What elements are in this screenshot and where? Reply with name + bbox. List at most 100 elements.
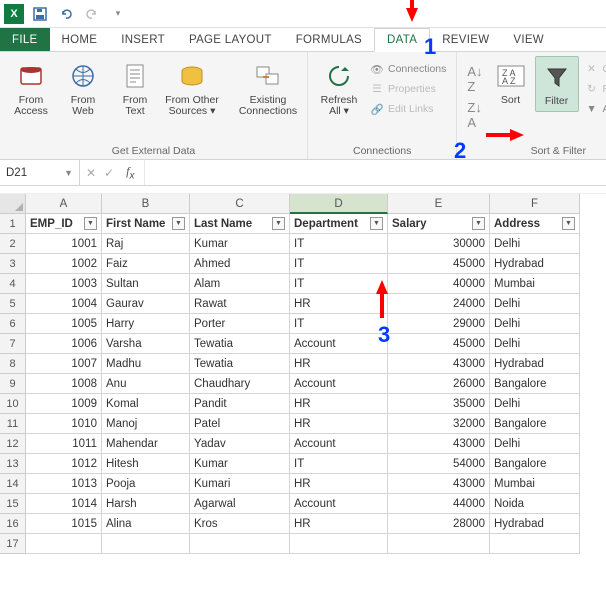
cell[interactable]: Tewatia	[190, 334, 290, 354]
cell[interactable]: 1011	[26, 434, 102, 454]
cell[interactable]: HR	[290, 514, 388, 534]
cell[interactable]: Patel	[190, 414, 290, 434]
cell[interactable]: Kumar	[190, 454, 290, 474]
cell[interactable]: HR	[290, 414, 388, 434]
cell[interactable]: Yadav	[190, 434, 290, 454]
cell[interactable]: Bangalore	[490, 414, 580, 434]
cell-empty[interactable]	[26, 534, 102, 554]
cell[interactable]: Hitesh	[102, 454, 190, 474]
header-cell-last-name[interactable]: Last Name▼	[190, 214, 290, 234]
cell[interactable]: Bangalore	[490, 454, 580, 474]
filter-dropdown-icon[interactable]: ▼	[370, 217, 383, 230]
cell[interactable]: 32000	[388, 414, 490, 434]
cell[interactable]: 1013	[26, 474, 102, 494]
from-web-button[interactable]: From Web	[58, 56, 108, 121]
cell[interactable]: 1006	[26, 334, 102, 354]
cell[interactable]: 45000	[388, 334, 490, 354]
cell[interactable]: 1005	[26, 314, 102, 334]
cell[interactable]: Hydrabad	[490, 354, 580, 374]
qat-customize-icon[interactable]: ▾	[108, 4, 128, 24]
cell[interactable]: Madhu	[102, 354, 190, 374]
col-header-A[interactable]: A	[26, 194, 102, 214]
row-header-14[interactable]: 14	[0, 474, 26, 494]
header-cell-department[interactable]: Department▼	[290, 214, 388, 234]
cell[interactable]: Kumar	[190, 234, 290, 254]
cell[interactable]: Gaurav	[102, 294, 190, 314]
cell[interactable]: HR	[290, 474, 388, 494]
cell[interactable]: 1004	[26, 294, 102, 314]
cell[interactable]: Rawat	[190, 294, 290, 314]
cell[interactable]: Raj	[102, 234, 190, 254]
cell[interactable]: IT	[290, 314, 388, 334]
cell[interactable]: 45000	[388, 254, 490, 274]
filter-dropdown-icon[interactable]: ▼	[172, 217, 185, 230]
cell[interactable]: 30000	[388, 234, 490, 254]
filter-dropdown-icon[interactable]: ▼	[472, 217, 485, 230]
cell[interactable]: Komal	[102, 394, 190, 414]
tab-home[interactable]: HOME	[50, 28, 110, 51]
cell-empty[interactable]	[290, 534, 388, 554]
cell[interactable]: IT	[290, 454, 388, 474]
cell[interactable]: 28000	[388, 514, 490, 534]
row-header-13[interactable]: 13	[0, 454, 26, 474]
cell-empty[interactable]	[388, 534, 490, 554]
cell[interactable]: 1012	[26, 454, 102, 474]
cell[interactable]: Anu	[102, 374, 190, 394]
cell[interactable]: Chaudhary	[190, 374, 290, 394]
formula-input[interactable]	[145, 160, 606, 185]
cell[interactable]: Manoj	[102, 414, 190, 434]
undo-icon[interactable]	[56, 4, 76, 24]
cell[interactable]: 1001	[26, 234, 102, 254]
row-header-15[interactable]: 15	[0, 494, 26, 514]
save-icon[interactable]	[30, 4, 50, 24]
header-cell-address[interactable]: Address▼	[490, 214, 580, 234]
cell[interactable]: Delhi	[490, 434, 580, 454]
filter-dropdown-icon[interactable]: ▼	[84, 217, 97, 230]
header-cell-emp_id[interactable]: EMP_ID▼	[26, 214, 102, 234]
cell[interactable]: 35000	[388, 394, 490, 414]
row-header-2[interactable]: 2	[0, 234, 26, 254]
cell[interactable]: 1008	[26, 374, 102, 394]
cell[interactable]: Alam	[190, 274, 290, 294]
advanced-filter-button[interactable]: ▼Advanced	[581, 100, 606, 118]
connections-button[interactable]: 👁Connections	[366, 60, 450, 78]
cell[interactable]: 43000	[388, 354, 490, 374]
row-header-5[interactable]: 5	[0, 294, 26, 314]
cell[interactable]: 43000	[388, 434, 490, 454]
cell[interactable]: Account	[290, 334, 388, 354]
cell-empty[interactable]	[102, 534, 190, 554]
cell[interactable]: Ahmed	[190, 254, 290, 274]
col-header-C[interactable]: C	[190, 194, 290, 214]
row-header-9[interactable]: 9	[0, 374, 26, 394]
row-header-6[interactable]: 6	[0, 314, 26, 334]
fx-icon[interactable]: fx	[122, 164, 138, 181]
tab-view[interactable]: VIEW	[501, 28, 556, 51]
cell[interactable]: Kros	[190, 514, 290, 534]
col-header-F[interactable]: F	[490, 194, 580, 214]
sort-asc-button[interactable]: A↓Z	[463, 62, 486, 96]
row-header-10[interactable]: 10	[0, 394, 26, 414]
cell[interactable]: Pandit	[190, 394, 290, 414]
col-header-E[interactable]: E	[388, 194, 490, 214]
cell[interactable]: Delhi	[490, 394, 580, 414]
cell[interactable]: Porter	[190, 314, 290, 334]
cell[interactable]: 1003	[26, 274, 102, 294]
cell[interactable]: IT	[290, 274, 388, 294]
cell[interactable]: Delhi	[490, 314, 580, 334]
cell[interactable]: Account	[290, 434, 388, 454]
cell[interactable]: Pooja	[102, 474, 190, 494]
from-text-button[interactable]: From Text	[110, 56, 160, 121]
row-header-16[interactable]: 16	[0, 514, 26, 534]
cell[interactable]: 1015	[26, 514, 102, 534]
col-header-B[interactable]: B	[102, 194, 190, 214]
cell[interactable]: Harsh	[102, 494, 190, 514]
cell[interactable]: Kumari	[190, 474, 290, 494]
row-header-12[interactable]: 12	[0, 434, 26, 454]
tab-formulas[interactable]: FORMULAS	[284, 28, 374, 51]
cell[interactable]: Delhi	[490, 334, 580, 354]
cell[interactable]: Mumbai	[490, 474, 580, 494]
from-access-button[interactable]: From Access	[6, 56, 56, 121]
cell[interactable]: Bangalore	[490, 374, 580, 394]
cell[interactable]: Harry	[102, 314, 190, 334]
row-header-7[interactable]: 7	[0, 334, 26, 354]
